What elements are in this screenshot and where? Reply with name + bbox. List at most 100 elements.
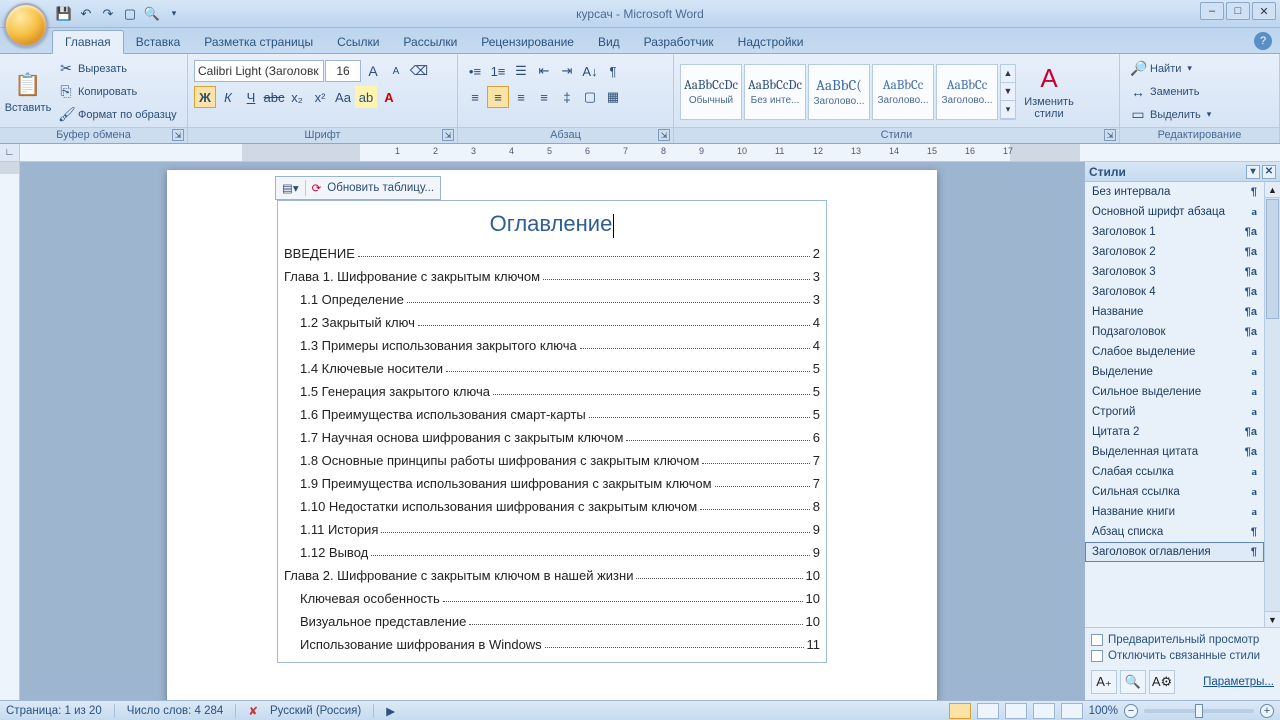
styles-pane-item[interactable]: Выделениеa [1085,362,1264,382]
align-center-button[interactable]: ≡ [487,86,509,108]
style-item-h3[interactable]: AaBbCcЗаголово... [936,64,998,120]
zoom-slider[interactable] [1144,709,1254,713]
style-item-h1[interactable]: AaBbC(Заголово... [808,64,870,120]
toc-line[interactable]: ВВЕДЕНИЕ2 [284,246,820,261]
font-size-combo[interactable]: 16 [325,60,361,82]
paste-button[interactable]: 📋 Вставить [6,57,50,127]
copy-button[interactable]: ⎘Копировать [54,81,181,103]
clipboard-launcher[interactable]: ⇲ [172,129,184,141]
styles-pane-item[interactable]: Подзаголовок¶a [1085,322,1264,342]
save-icon[interactable]: 💾 [54,4,74,24]
toc-line[interactable]: 1.12 Вывод9 [284,545,820,560]
toc-menu-icon[interactable]: ▤▾ [282,181,299,195]
toc-line[interactable]: Глава 2. Шифрование с закрытым ключом в … [284,568,820,583]
increase-indent-button[interactable]: ⇥ [556,60,578,82]
toc-line[interactable]: Визуальное представление10 [284,614,820,629]
style-item-h2[interactable]: AaBbCcЗаголово... [872,64,934,120]
subscript-button[interactable]: x₂ [286,86,308,108]
bullets-button[interactable]: •≡ [464,60,486,82]
styles-options-link[interactable]: Параметры... [1203,676,1274,688]
line-spacing-button[interactable]: ‡ [556,86,578,108]
status-words[interactable]: Число слов: 4 284 [127,705,224,717]
clear-formatting-button[interactable]: ⌫ [408,60,430,82]
styles-pane-item[interactable]: Выделенная цитата¶a [1085,442,1264,462]
tab-insert[interactable]: Вставка [124,31,193,53]
toc-line[interactable]: 1.1 Определение3 [284,292,820,307]
styles-pane-close[interactable]: ✕ [1262,165,1276,179]
style-item-nospacing[interactable]: AaBbCcDcБез инте... [744,64,806,120]
styles-pane-item[interactable]: Заголовок 1¶a [1085,222,1264,242]
new-style-button[interactable]: A₊ [1091,670,1117,694]
styles-pane-item[interactable]: Без интервала¶ [1085,182,1264,202]
disable-linked-checkbox[interactable]: Отключить связанные стили [1091,650,1274,662]
view-print-layout[interactable] [949,703,971,719]
decrease-indent-button[interactable]: ⇤ [533,60,555,82]
help-button[interactable]: ? [1254,32,1272,50]
toc-line[interactable]: 1.3 Примеры использования закрытого ключ… [284,338,820,353]
view-outline[interactable] [1033,703,1055,719]
toc-line[interactable]: 1.6 Преимущества использования смарт-кар… [284,407,820,422]
styles-pane-item[interactable]: Название¶a [1085,302,1264,322]
style-inspector-button[interactable]: 🔍 [1120,670,1146,694]
styles-pane-item[interactable]: Строгийa [1085,402,1264,422]
justify-button[interactable]: ≡ [533,86,555,108]
tab-addins[interactable]: Надстройки [726,31,816,53]
preview-checkbox[interactable]: Предварительный просмотр [1091,634,1274,646]
italic-button[interactable]: К [217,86,239,108]
select-button[interactable]: ▭Выделить▾ [1126,104,1236,126]
tab-mailings[interactable]: Рассылки [391,31,469,53]
borders-button[interactable]: ▦ [602,86,624,108]
tab-page-layout[interactable]: Разметка страницы [192,31,325,53]
shrink-font-button[interactable]: A [385,60,407,82]
paragraph-launcher[interactable]: ⇲ [658,129,670,141]
toc-line[interactable]: 1.11 История9 [284,522,820,537]
redo-icon[interactable]: ↷ [98,4,118,24]
styles-pane-dropdown[interactable]: ▾ [1246,165,1260,179]
styles-pane-item[interactable]: Заголовок 2¶a [1085,242,1264,262]
styles-launcher[interactable]: ⇲ [1104,129,1116,141]
close-button[interactable]: ✕ [1252,2,1276,20]
toc-line[interactable]: Использование шифрования в Windows11 [284,637,820,652]
tab-review[interactable]: Рецензирование [469,31,586,53]
gallery-scroll[interactable]: ▲▼▾ [1000,64,1016,120]
status-page[interactable]: Страница: 1 из 20 [6,705,102,717]
proofing-icon[interactable]: ✘ [248,704,258,718]
macro-icon[interactable]: ▶ [386,704,395,718]
font-launcher[interactable]: ⇲ [442,129,454,141]
view-draft[interactable] [1061,703,1083,719]
styles-pane-item[interactable]: Слабое выделениеa [1085,342,1264,362]
view-web[interactable] [1005,703,1027,719]
align-left-button[interactable]: ≡ [464,86,486,108]
align-right-button[interactable]: ≡ [510,86,532,108]
tab-home[interactable]: Главная [52,30,124,54]
sort-button[interactable]: A↓ [579,60,601,82]
office-button[interactable] [4,3,48,47]
multilevel-button[interactable]: ☰ [510,60,532,82]
styles-pane-item[interactable]: Заголовок 3¶a [1085,262,1264,282]
find-button[interactable]: 🔎Найти▾ [1126,58,1236,80]
styles-scrollbar[interactable]: ▲▼ [1264,182,1280,627]
toc-field[interactable]: Оглавление ВВЕДЕНИЕ2Глава 1. Шифрование … [277,200,827,663]
tab-developer[interactable]: Разработчик [632,31,726,53]
styles-pane-item[interactable]: Заголовок 4¶a [1085,282,1264,302]
highlight-button[interactable]: ab [355,86,377,108]
view-full-screen[interactable] [977,703,999,719]
show-marks-button[interactable]: ¶ [602,60,624,82]
tab-selector[interactable]: ∟ [0,144,20,161]
zoom-in-button[interactable]: + [1260,704,1274,718]
undo-icon[interactable]: ↶ [76,4,96,24]
bold-button[interactable]: Ж [194,86,216,108]
format-painter-button[interactable]: 🖌Формат по образцу [54,104,181,126]
cut-button[interactable]: ✂Вырезать [54,58,181,80]
strikethrough-button[interactable]: abc [263,86,285,108]
status-language[interactable]: Русский (Россия) [270,705,361,717]
styles-pane-item[interactable]: Заголовок оглавления¶ [1085,542,1264,562]
toc-line[interactable]: Ключевая особенность10 [284,591,820,606]
styles-pane-item[interactable]: Абзац списка¶ [1085,522,1264,542]
update-toc-button[interactable]: Обновить таблицу... [327,182,434,194]
print-preview-icon[interactable]: 🔍 [142,4,162,24]
toc-line[interactable]: 1.7 Научная основа шифрования с закрытым… [284,430,820,445]
tab-view[interactable]: Вид [586,31,632,53]
vertical-ruler[interactable] [0,162,20,700]
maximize-button[interactable]: □ [1226,2,1250,20]
